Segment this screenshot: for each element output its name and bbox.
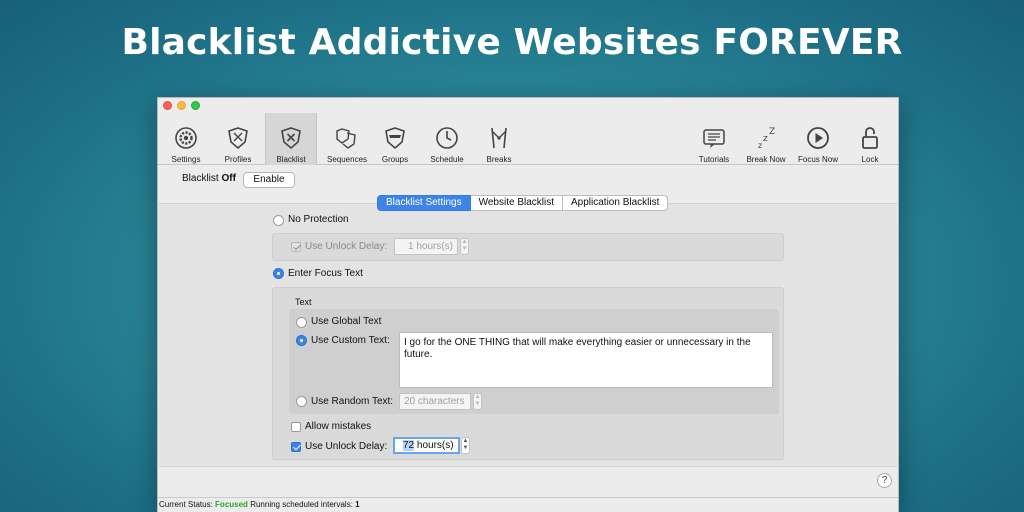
no-protection-unlock-delay-label: Use Unlock Delay:	[305, 241, 388, 252]
random-text-radio[interactable]	[296, 396, 307, 407]
sequences-icon	[336, 128, 356, 149]
toolbar-schedule[interactable]: Schedule	[422, 113, 472, 165]
toolbar-groups[interactable]: Groups	[374, 113, 416, 165]
gear-icon	[175, 127, 197, 149]
blacklist-state: Off	[221, 173, 236, 184]
focus-unlock-delay-stepper[interactable]: ▲ ▼	[461, 437, 470, 454]
global-text-label: Use Global Text	[311, 316, 382, 327]
custom-text-label: Use Custom Text:	[311, 335, 390, 346]
svg-text:z: z	[763, 134, 768, 144]
svg-text:Z: Z	[769, 127, 775, 137]
random-text-length-stepper[interactable]: ▲ ▼	[473, 393, 482, 410]
intervals-count: 1	[355, 500, 360, 509]
focus-text-radio[interactable]	[273, 268, 284, 279]
no-protection-unlock-delay-checkbox[interactable]	[291, 242, 301, 252]
close-window-button[interactable]	[163, 101, 172, 110]
toolbar-sequences[interactable]: Sequences	[319, 113, 375, 165]
random-text-length-field[interactable]: 20 characters	[399, 393, 471, 410]
groups-icon	[385, 127, 405, 150]
blacklist-shield-icon	[281, 127, 301, 150]
breaks-icon	[491, 127, 507, 149]
global-text-radio[interactable]	[296, 317, 307, 328]
toolbar-blacklist[interactable]: Blacklist	[265, 113, 317, 165]
tab-website-blacklist[interactable]: Website Blacklist	[470, 195, 563, 211]
zoom-window-button[interactable]	[191, 101, 200, 110]
shield-icon	[228, 127, 248, 150]
toolbar-settings[interactable]: Settings	[161, 113, 211, 165]
blacklist-status: Blacklist Off	[182, 173, 236, 184]
help-button[interactable]: ?	[877, 473, 892, 488]
lock-icon	[862, 127, 878, 149]
tutorials-icon	[703, 129, 725, 148]
play-icon	[807, 127, 829, 149]
focus-text-label: Enter Focus Text	[288, 268, 363, 279]
no-protection-unlock-delay-stepper[interactable]: ▲ ▼	[460, 238, 469, 255]
clock-icon	[436, 127, 458, 149]
unlock-delay-number: 72	[403, 440, 415, 451]
allow-mistakes-label: Allow mistakes	[305, 421, 372, 432]
toolbar-profiles[interactable]: Profiles	[213, 113, 263, 165]
promo-headline: Blacklist Addictive Websites FOREVER	[121, 22, 903, 63]
random-text-label: Use Random Text:	[311, 396, 394, 407]
sleep-icon: z z Z	[758, 127, 775, 150]
app-window: Settings Profiles Blacklist Sequences Gr…	[157, 97, 899, 512]
focus-unlock-delay-label: Use Unlock Delay:	[305, 441, 388, 452]
no-protection-label: No Protection	[288, 214, 349, 225]
custom-text-radio[interactable]	[296, 335, 307, 346]
toolbar: Settings Profiles Blacklist Sequences Gr…	[158, 113, 898, 165]
toolbar-breaks[interactable]: Breaks	[476, 113, 522, 165]
tab-bar: Blacklist Settings Website Blacklist App…	[377, 195, 669, 211]
toolbar-break-now[interactable]: z z Z Break Now	[741, 113, 791, 165]
tab-application-blacklist[interactable]: Application Blacklist	[563, 195, 669, 211]
enable-button[interactable]: Enable	[243, 172, 295, 188]
no-protection-radio[interactable]	[273, 215, 284, 226]
custom-text-input[interactable]: I go for the ONE THING that will make ev…	[399, 332, 773, 388]
current-status-value: Focused	[215, 500, 248, 509]
title-bar	[158, 98, 898, 113]
tab-blacklist-settings[interactable]: Blacklist Settings	[377, 195, 471, 211]
toolbar-lock[interactable]: Lock	[848, 113, 892, 165]
status-bar: Current Status: Focused Running schedule…	[158, 497, 898, 512]
no-protection-unlock-delay-field[interactable]: 1 hours(s)	[394, 238, 458, 255]
unlock-delay-unit: hours(s)	[414, 440, 454, 451]
focus-unlock-delay-checkbox[interactable]	[291, 442, 301, 452]
minimize-window-button[interactable]	[177, 101, 186, 110]
toolbar-tutorials[interactable]: Tutorials	[692, 113, 736, 165]
allow-mistakes-checkbox[interactable]	[291, 422, 301, 432]
focus-unlock-delay-field[interactable]: 72 hours(s)	[393, 437, 460, 454]
toolbar-focus-now[interactable]: Focus Now	[794, 113, 842, 165]
text-section-title: Text	[295, 297, 312, 307]
svg-text:z: z	[758, 141, 762, 150]
